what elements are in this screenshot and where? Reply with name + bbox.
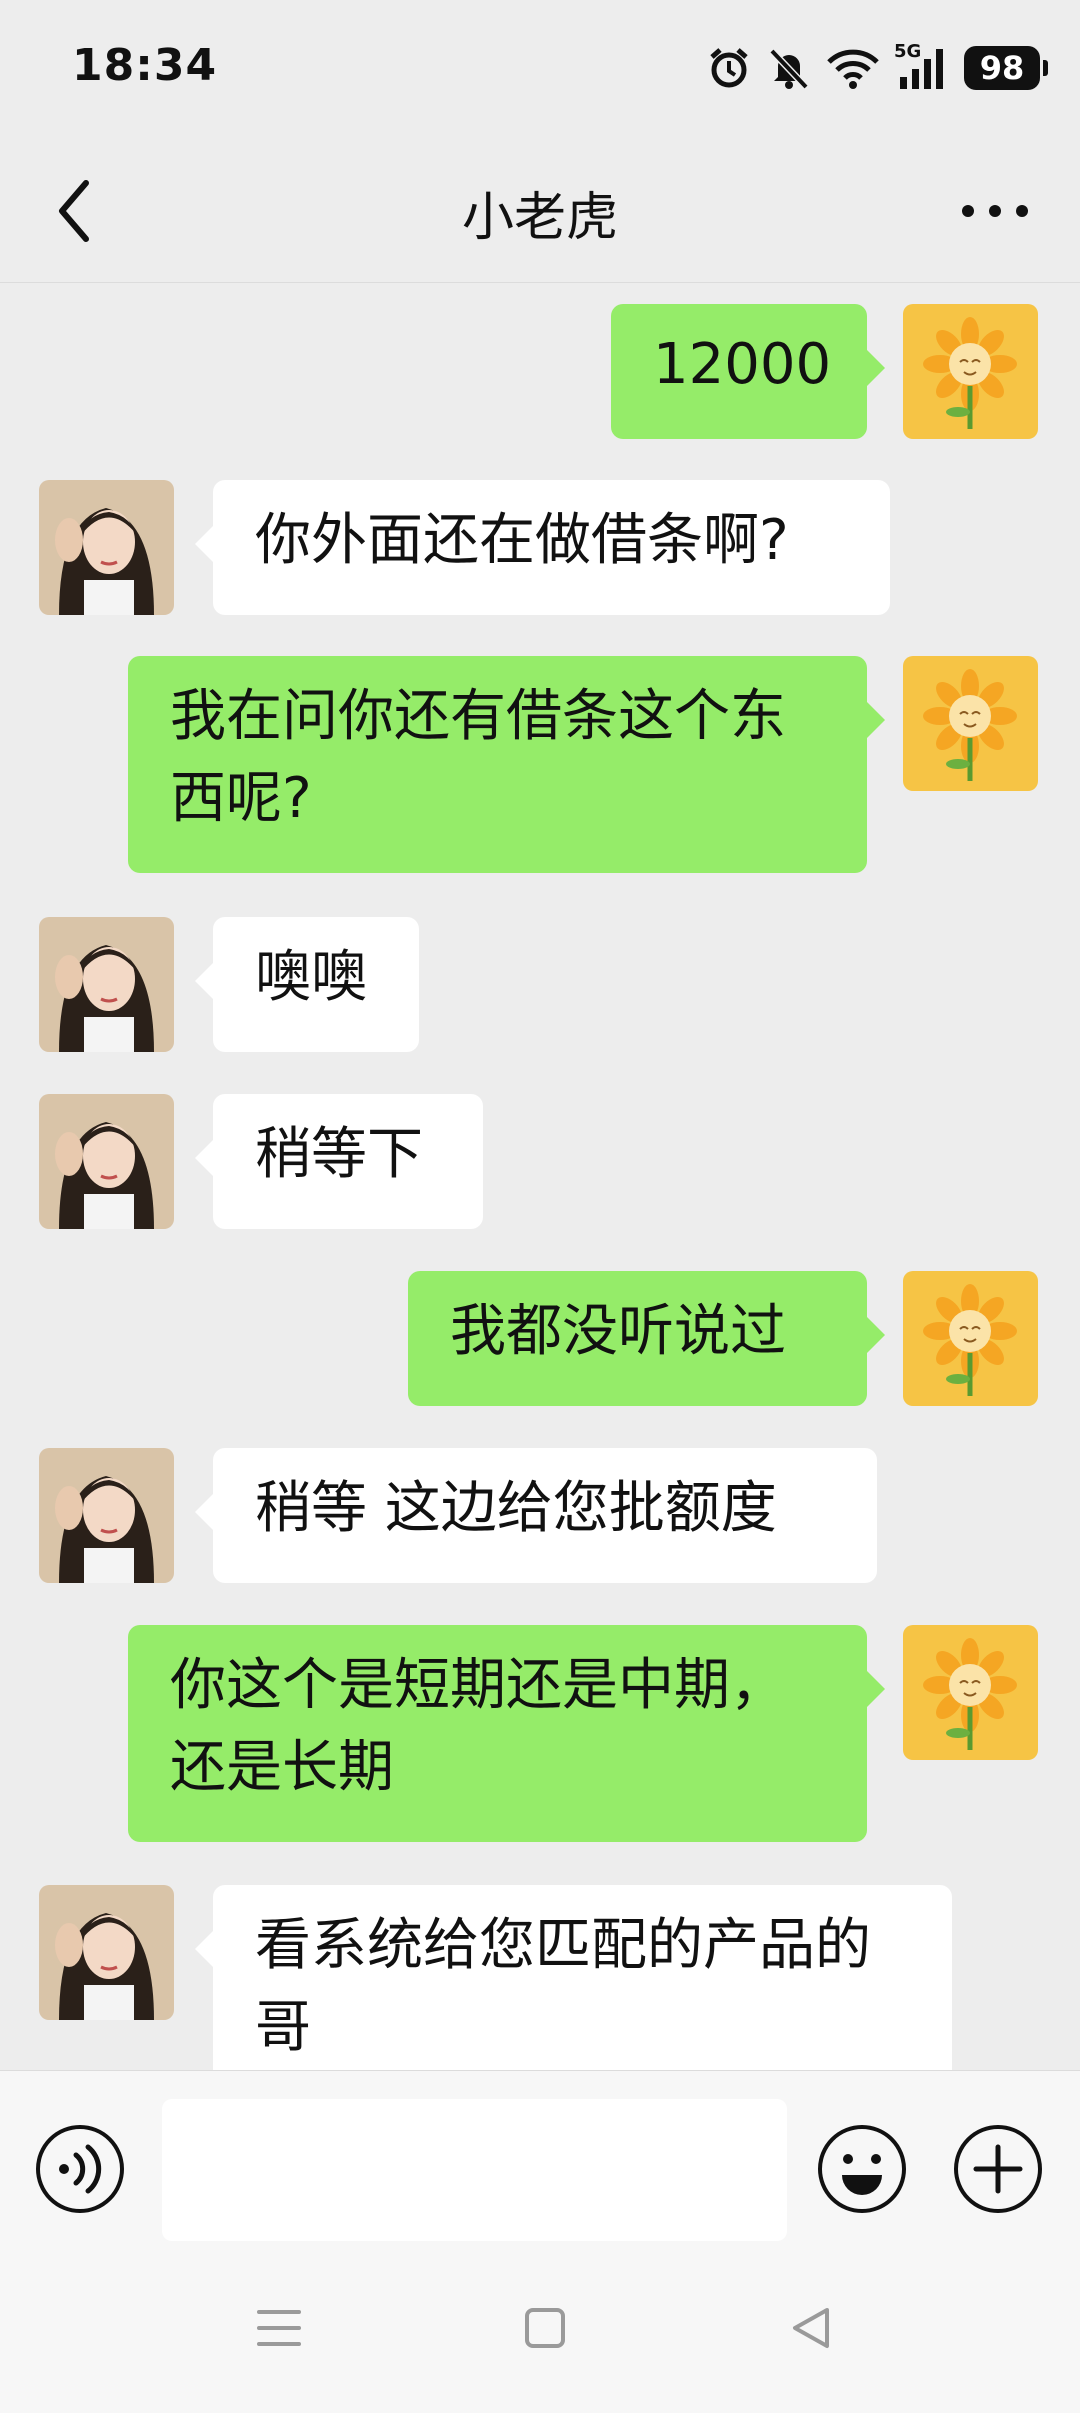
sunflower-avatar-icon [903, 1271, 1038, 1406]
wifi-icon [827, 49, 879, 89]
battery-level: 98 [979, 49, 1025, 87]
contact-avatar[interactable] [39, 1094, 174, 1229]
battery-icon: 98 [964, 46, 1048, 90]
my-avatar[interactable] [903, 656, 1038, 791]
plus-icon[interactable] [952, 2123, 1044, 2215]
voice-icon[interactable] [34, 2123, 126, 2215]
mute-icon [769, 48, 809, 90]
contact-photo-icon [39, 1885, 174, 2020]
my-avatar[interactable] [903, 304, 1038, 439]
sunflower-avatar-icon [903, 1625, 1038, 1760]
composer-bar [0, 2070, 1080, 2413]
back-icon[interactable] [781, 2298, 841, 2358]
contact-photo-icon [39, 1094, 174, 1229]
contact-avatar[interactable] [39, 1885, 174, 2020]
contact-photo-icon [39, 480, 174, 615]
chat-header: 小老虎 [0, 135, 1080, 283]
system-nav-bar [0, 2238, 1080, 2413]
message-bubble-sent[interactable]: 我都没听说过 [408, 1271, 885, 1406]
contact-photo-icon [39, 1448, 174, 1583]
message-bubble-received[interactable]: 你外面还在做借条啊? [195, 480, 890, 615]
my-avatar[interactable] [903, 1625, 1038, 1760]
alarm-icon [710, 48, 748, 88]
signal-icon: 5G [894, 41, 950, 91]
status-time: 18:34 [72, 40, 218, 91]
contact-avatar[interactable] [39, 1448, 174, 1583]
menu-icon[interactable] [249, 2298, 309, 2358]
status-bar: 18:34 5G 98 [0, 0, 1080, 135]
message-bubble-received[interactable]: 稍等下 [195, 1094, 483, 1229]
chat-title: 小老虎 [461, 188, 618, 248]
message-bubble-received[interactable]: 看系统给您匹配的产品的哥 [195, 1885, 952, 2070]
message-bubble-sent[interactable]: 你这个是短期还是中期，还是长期 [128, 1625, 885, 1842]
message-bubble-sent[interactable]: 我在问你还有借条这个东西呢? [128, 656, 885, 873]
contact-avatar[interactable] [39, 480, 174, 615]
home-icon[interactable] [515, 2298, 575, 2358]
message-bubble-received[interactable]: 噢噢 [195, 917, 419, 1052]
message-bubble-received[interactable]: 稍等 这边给您批额度 [195, 1448, 877, 1583]
contact-photo-icon [39, 917, 174, 1052]
status-icons: 5G 98 [706, 38, 1048, 98]
sunflower-avatar-icon [903, 304, 1038, 439]
contact-avatar[interactable] [39, 917, 174, 1052]
message-input[interactable] [162, 2099, 787, 2241]
more-dots-icon[interactable] [950, 171, 1040, 251]
message-list[interactable]: 12000 你外面还在做借条啊? 我在问你还有借条这个东西呢? 噢噢 稍等下 我… [0, 283, 1080, 2070]
sunflower-avatar-icon [903, 656, 1038, 791]
my-avatar[interactable] [903, 1271, 1038, 1406]
emoji-icon[interactable] [816, 2123, 908, 2215]
message-bubble-sent[interactable]: 12000 [611, 304, 885, 439]
